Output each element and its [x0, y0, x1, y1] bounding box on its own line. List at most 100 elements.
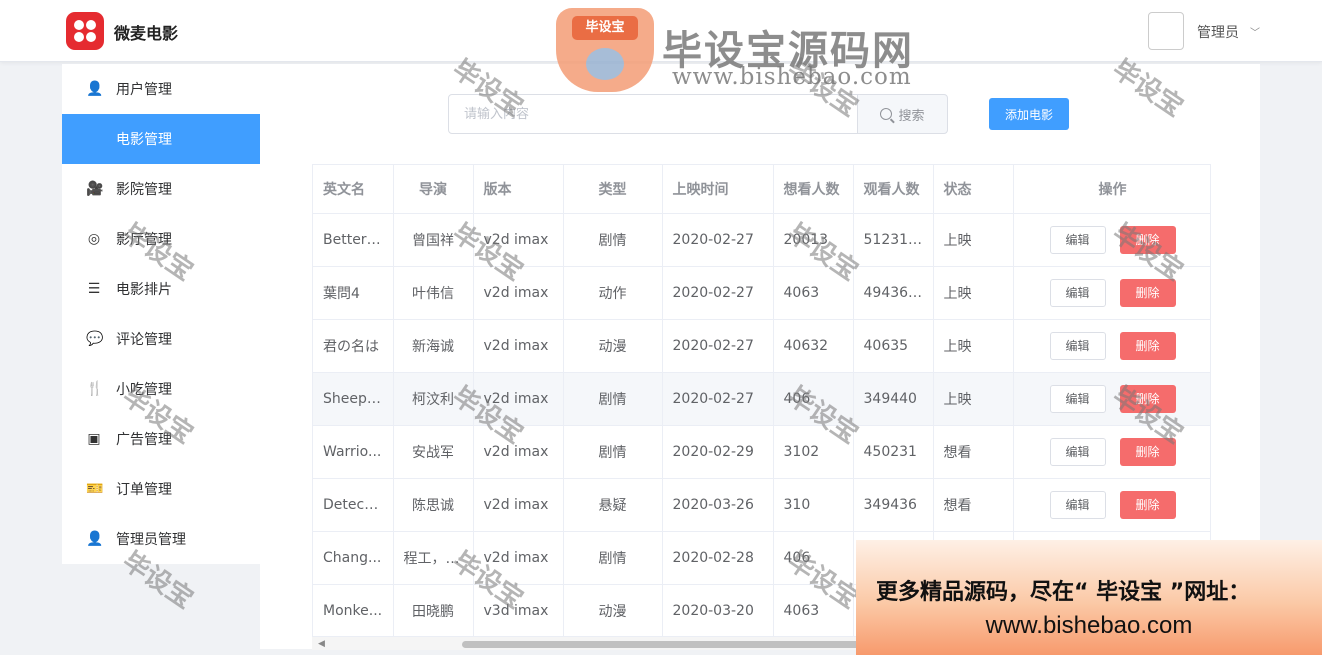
table-cell: 叶伟信	[393, 266, 474, 320]
table-cell: 2020-03-26	[662, 478, 774, 532]
table-cell: 上映	[933, 266, 1014, 320]
table-cell: 20013	[773, 213, 854, 267]
table-row[interactable]: Warrio... 安战军 v2d imax 剧情 2020-02-29 3102 4502…	[313, 425, 1210, 479]
table-cell: v2d imax	[473, 372, 564, 426]
ticket-icon: 🎫	[86, 481, 104, 497]
camera-icon: 🎥	[86, 181, 104, 197]
app-logo-icon[interactable]	[66, 12, 104, 50]
table-cell: 5123147	[853, 213, 934, 267]
column-header: 导演	[393, 165, 474, 214]
column-header: 状态	[933, 165, 1014, 214]
actions-cell: 编辑 删除	[1013, 266, 1210, 320]
table-cell: 4063	[773, 584, 854, 638]
sidebar-item[interactable]: 🍴 小吃管理	[62, 364, 260, 414]
table-cell: 动漫	[563, 584, 663, 638]
search-button[interactable]: 搜索	[857, 94, 948, 134]
avatar[interactable]	[1148, 12, 1184, 50]
table-cell: 450231	[853, 425, 934, 479]
sidebar-item-label: 影院管理	[116, 182, 172, 198]
sidebar-item-label: 电影排片	[116, 282, 172, 298]
delete-button[interactable]: 删除	[1119, 225, 1176, 254]
table-cell: 剧情	[563, 372, 663, 426]
brand-name[interactable]: 微麦电影	[114, 20, 178, 44]
table-row[interactable]: 君の名は 新海诚 v2d imax 动漫 2020-02-27 40632 40635 上映编…	[313, 319, 1210, 373]
delete-button[interactable]: 删除	[1119, 331, 1176, 360]
table-cell: Sheep ...	[313, 372, 394, 426]
top-header: 微麦电影 管理员 ﹀	[0, 0, 1322, 62]
sidebar-menu: 👤 用户管理 电影管理 🎥 影院管理 ◎ 影厅管理 ☰ 电影排片 💬 评论管理 🍴 小吃管理 ▣ 广告管理 🎫…	[62, 64, 260, 564]
scroll-left-icon[interactable]: ◀	[318, 639, 325, 649]
sidebar-item[interactable]: 🎫 订单管理	[62, 464, 260, 514]
table-cell: 2020-02-27	[662, 213, 774, 267]
watermark-banner-line1: 更多精品源码，尽在“ 毕设宝 ”网址：	[876, 580, 1251, 605]
table-cell: 程工， ...	[393, 531, 474, 585]
sidebar-item[interactable]: 💬 评论管理	[62, 314, 260, 364]
sidebar-item-label: 管理员管理	[116, 532, 186, 548]
table-row[interactable]: Detect... 陈思诚 v2d imax 悬疑 2020-03-26 310 34943…	[313, 478, 1210, 532]
user-icon: 👤	[86, 81, 104, 97]
table-cell: 动作	[563, 266, 663, 320]
ad-icon: ▣	[87, 431, 101, 447]
table-cell: Warrio...	[313, 425, 394, 479]
table-cell: 4063	[773, 266, 854, 320]
edit-button[interactable]: 编辑	[1049, 490, 1106, 519]
column-header: 版本	[473, 165, 564, 214]
add-movie-button[interactable]: 添加电影	[989, 98, 1069, 130]
delete-button[interactable]: 删除	[1119, 384, 1176, 413]
edit-button[interactable]: 编辑	[1049, 384, 1106, 413]
table-cell: 安战军	[393, 425, 474, 479]
delete-button[interactable]: 删除	[1119, 278, 1176, 307]
table-row[interactable]: 葉問4 叶伟信 v2d imax 动作 2020-02-27 4063 4943676 上映编…	[313, 266, 1210, 320]
sidebar-item[interactable]: 👤 管理员管理	[62, 514, 260, 564]
table-cell: 2020-02-27	[662, 266, 774, 320]
delete-button[interactable]: 删除	[1119, 437, 1176, 466]
table-cell: v2d imax	[473, 478, 564, 532]
list-icon: ☰	[87, 281, 101, 297]
table-cell: 上映	[933, 372, 1014, 426]
table-row[interactable]: Sheep ... 柯汶利 v2d imax 剧情 2020-02-27 406 34944…	[313, 372, 1210, 426]
table-cell: v2d imax	[473, 319, 564, 373]
chevron-down-icon[interactable]: ﹀	[1250, 24, 1260, 39]
sidebar-item[interactable]: 电影管理	[62, 114, 260, 164]
table-cell: 剧情	[563, 425, 663, 479]
table-cell: v3d imax	[473, 584, 564, 638]
table-cell: 君の名は	[313, 319, 394, 373]
edit-button[interactable]: 编辑	[1049, 437, 1106, 466]
comment-icon: 💬	[86, 331, 104, 347]
table-cell: v2d imax	[473, 425, 564, 479]
user-menu-name[interactable]: 管理员	[1197, 22, 1239, 42]
table-cell: 新海诚	[393, 319, 474, 373]
sidebar-item-label: 小吃管理	[116, 382, 172, 398]
watermark-logo: 毕设宝	[556, 8, 654, 92]
table-cell: v2d imax	[473, 213, 564, 267]
table-cell: 40632	[773, 319, 854, 373]
scrollbar-thumb[interactable]	[462, 641, 882, 648]
table-cell: 上映	[933, 319, 1014, 373]
edit-button[interactable]: 编辑	[1049, 225, 1106, 254]
table-cell: 310	[773, 478, 854, 532]
sidebar-item-label: 电影管理	[116, 132, 172, 148]
edit-button[interactable]: 编辑	[1049, 278, 1106, 307]
utensils-icon: 🍴	[86, 381, 104, 397]
admin-icon: 👤	[86, 531, 104, 547]
table-cell: 2020-02-27	[662, 319, 774, 373]
column-header: 英文名	[313, 165, 394, 214]
delete-button[interactable]: 删除	[1119, 490, 1176, 519]
sidebar-item[interactable]: 🎥 影院管理	[62, 164, 260, 214]
table-cell: 406	[773, 531, 854, 585]
actions-cell: 编辑 删除	[1013, 319, 1210, 373]
search-input[interactable]	[448, 94, 858, 134]
column-header: 类型	[563, 165, 663, 214]
sidebar-item[interactable]: ☰ 电影排片	[62, 264, 260, 314]
table-cell: 2020-03-20	[662, 584, 774, 638]
sidebar-item[interactable]: ▣ 广告管理	[62, 414, 260, 464]
actions-cell: 编辑 删除	[1013, 425, 1210, 479]
table-cell: Monke...	[313, 584, 394, 638]
table-cell: 曾国祥	[393, 213, 474, 267]
sidebar-item[interactable]: 👤 用户管理	[62, 64, 260, 114]
sidebar-item[interactable]: ◎ 影厅管理	[62, 214, 260, 264]
watermark-banner: 更多精品源码，尽在“ 毕设宝 ”网址： www.bishebao.com	[856, 540, 1322, 655]
table-row[interactable]: Better ... 曾国祥 v2d imax 剧情 2020-02-27 20013 51…	[313, 213, 1210, 267]
edit-button[interactable]: 编辑	[1049, 331, 1106, 360]
search-icon	[880, 108, 893, 120]
